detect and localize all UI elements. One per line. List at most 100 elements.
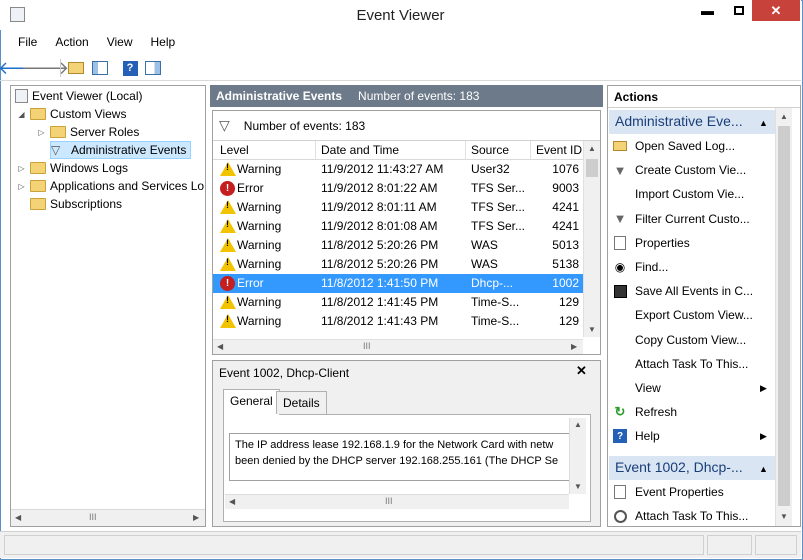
action-item-properties[interactable]: Properties [612, 232, 690, 254]
cell-date: 11/8/2012 1:41:45 PM [321, 295, 439, 309]
tree-item-windows-logs[interactable]: ▷ Windows Logs [17, 159, 128, 177]
column-header-date[interactable]: Date and Time [321, 143, 399, 157]
tree-item-label: Applications and Services Lo [50, 179, 205, 193]
scroll-right-icon[interactable]: ▶ [571, 342, 577, 351]
scroll-grip-icon[interactable]: III [89, 512, 97, 522]
action-item-help[interactable]: ? Help [612, 425, 660, 447]
action-item-open-saved-log[interactable]: Open Saved Log... [612, 135, 735, 157]
action-item-copy-custom-view[interactable]: Copy Custom View... [612, 329, 746, 351]
expand-arrow-icon[interactable]: ▷ [17, 164, 26, 173]
action-item-save-all-events-in-c[interactable]: Save All Events in C... [612, 280, 753, 302]
action-item-event-properties[interactable]: Event Properties [612, 481, 724, 503]
scroll-down-icon[interactable]: ▼ [780, 512, 788, 521]
show-hide-console-tree-icon[interactable] [90, 58, 110, 78]
expand-arrow-icon[interactable]: ▷ [17, 182, 26, 191]
scroll-up-icon[interactable]: ▲ [588, 144, 596, 153]
scroll-grip-icon[interactable]: III [385, 496, 393, 506]
action-item-attach-task-to-this[interactable]: Attach Task To This... [612, 505, 748, 527]
center-pane-header: Administrative Events Number of events: … [210, 85, 603, 107]
scroll-up-icon[interactable]: ▲ [780, 112, 788, 121]
table-row[interactable]: ! Warning 11/8/2012 1:41:43 PM Time-S... 129 [213, 312, 583, 331]
scroll-left-icon[interactable]: ◀ [217, 342, 223, 351]
tree-item-custom-views[interactable]: ◢ Custom Views [17, 105, 126, 123]
close-icon[interactable]: ✕ [576, 363, 587, 379]
filter-icon: ▽ [219, 117, 230, 133]
table-row[interactable]: ! Warning 11/9/2012 8:01:08 AM TFS Ser... 42… [213, 217, 583, 236]
action-item-export-custom-view[interactable]: Export Custom View... [612, 304, 753, 326]
scroll-left-icon[interactable]: ◀ [229, 497, 235, 506]
table-row[interactable]: ! Error 11/8/2012 1:41:50 PM Dhcp-... 1002 [213, 274, 583, 293]
tree-item-applications-and-services[interactable]: ▷ Applications and Services Lo [17, 177, 204, 195]
action-item-refresh[interactable]: ↻ Refresh [612, 401, 677, 423]
column-header-source[interactable]: Source [471, 143, 509, 157]
description-horizontal-scrollbar[interactable]: ◀ III [225, 494, 569, 509]
tree-item-label: Server Roles [70, 125, 140, 139]
column-separator[interactable] [465, 141, 466, 160]
actions-vertical-scrollbar[interactable]: ▲ ▼ [775, 108, 792, 526]
description-vertical-scrollbar[interactable]: ▲ ▼ [569, 418, 586, 494]
maximize-button[interactable] [725, 0, 752, 21]
tree-item-event-viewer-local[interactable]: Event Viewer (Local) [15, 87, 143, 105]
action-item-view[interactable]: View [612, 377, 661, 399]
minimize-button[interactable]: ▬ [690, 0, 725, 21]
action-item-label: Copy Custom View... [635, 332, 747, 347]
table-row[interactable]: ! Warning 11/8/2012 5:20:26 PM WAS 5013 [213, 236, 583, 255]
menu-view[interactable]: View [98, 33, 142, 53]
submenu-arrow-icon[interactable]: ▶ [760, 383, 767, 394]
tab-general[interactable]: General [223, 389, 280, 415]
table-row[interactable]: ! Warning 11/9/2012 11:43:27 AM User32 1076 [213, 160, 583, 179]
table-row[interactable]: ! Warning 11/9/2012 8:01:11 AM TFS Ser... 42… [213, 198, 583, 217]
table-row[interactable]: ! Warning 11/8/2012 1:41:45 PM Time-S... 129 [213, 293, 583, 312]
grid-horizontal-scrollbar[interactable]: ◀ III ▶ [213, 339, 583, 354]
events-grid: ▽ Number of events: 183 Level Date and T… [212, 110, 601, 355]
grid-vertical-scrollbar[interactable]: ▲ ▼ [583, 141, 600, 337]
action-item-label: Import Custom Vie... [635, 187, 745, 202]
menu-action[interactable]: Action [46, 33, 97, 53]
actions-group-administrative-events[interactable]: Administrative Eve... ▲ [609, 110, 775, 134]
table-row[interactable]: ! Error 11/9/2012 8:01:22 AM TFS Ser... 9003 [213, 179, 583, 198]
help-icon[interactable]: ? [120, 58, 140, 78]
collapse-arrow-icon[interactable]: ◢ [17, 110, 26, 119]
warning-icon-mark: ! [226, 238, 229, 248]
action-item-filter-current-custo[interactable]: ▼ Filter Current Custo... [612, 208, 750, 230]
scroll-down-icon[interactable]: ▼ [574, 482, 582, 491]
center-pane-title: Administrative Events [216, 89, 343, 103]
collapse-caret-icon[interactable]: ▲ [759, 464, 768, 474]
column-separator[interactable] [530, 141, 531, 160]
column-header-event-id[interactable]: Event ID [536, 143, 582, 157]
collapse-caret-icon[interactable]: ▲ [759, 118, 768, 128]
help-icon: ? [612, 428, 628, 444]
scroll-down-icon[interactable]: ▼ [588, 325, 596, 334]
up-folder-icon[interactable] [66, 58, 86, 78]
scroll-right-icon[interactable]: ▶ [193, 513, 199, 522]
scroll-thumb[interactable] [778, 126, 790, 506]
tree-item-administrative-events[interactable]: ▽ Administrative Events [50, 141, 192, 159]
close-button[interactable]: ✕ [752, 0, 800, 21]
column-separator[interactable] [315, 141, 316, 160]
event-description-text[interactable]: The IP address lease 192.168.1.9 for the… [229, 433, 584, 481]
expand-arrow-icon[interactable]: ▷ [37, 128, 46, 137]
tree-item-subscriptions[interactable]: Subscriptions [30, 195, 122, 213]
cell-date: 11/8/2012 1:41:43 PM [321, 314, 439, 328]
action-item-attach-task-to-this[interactable]: Attach Task To This... [612, 353, 748, 375]
show-hide-action-pane-icon[interactable] [143, 58, 163, 78]
action-item-import-custom-vie[interactable]: Import Custom Vie... [612, 183, 744, 205]
action-item-find[interactable]: ◉ Find... [612, 256, 669, 278]
tree-item-server-roles[interactable]: ▷ Server Roles [37, 123, 139, 141]
forward-arrow-icon[interactable]: 🡒 [21, 58, 69, 78]
cell-event-id: 9003 [552, 181, 579, 195]
scroll-grip-icon[interactable]: III [363, 341, 371, 351]
menu-help[interactable]: Help [142, 33, 185, 53]
tab-details[interactable]: Details [276, 391, 327, 414]
scroll-left-icon[interactable]: ◀ [15, 513, 21, 522]
action-item-create-custom-vie[interactable]: ▼ Create Custom Vie... [612, 159, 747, 181]
tree-horizontal-scrollbar[interactable]: ◀ III ▶ [11, 509, 205, 526]
cell-date: 11/8/2012 1:41:50 PM [321, 276, 439, 290]
column-header-level[interactable]: Level [220, 143, 249, 157]
menu-file[interactable]: File [0, 33, 46, 53]
submenu-arrow-icon[interactable]: ▶ [760, 431, 767, 442]
scroll-thumb[interactable] [586, 159, 598, 177]
actions-group-event[interactable]: Event 1002, Dhcp-... ▲ [609, 456, 775, 480]
scroll-up-icon[interactable]: ▲ [574, 420, 582, 429]
table-row[interactable]: ! Warning 11/8/2012 5:20:26 PM WAS 5138 [213, 255, 583, 274]
